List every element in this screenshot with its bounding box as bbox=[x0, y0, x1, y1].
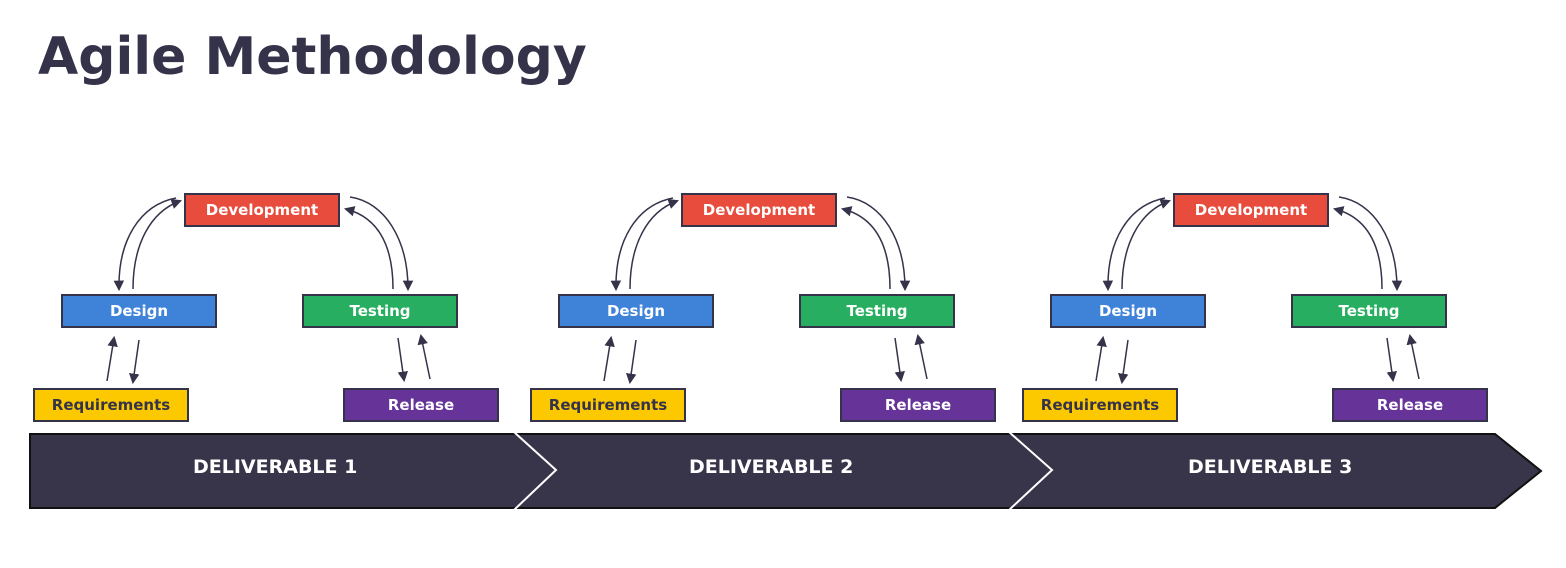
stage-testing[interactable]: Testing bbox=[799, 294, 955, 328]
arrow-development-to-design bbox=[113, 197, 177, 292]
stage-requirements[interactable]: Requirements bbox=[33, 388, 189, 422]
arrow-design-to-development bbox=[132, 198, 182, 290]
arrow-design-to-development bbox=[629, 198, 679, 290]
deliverable-label: DELIVERABLE 3 bbox=[1188, 456, 1353, 478]
deliverable-label: DELIVERABLE 2 bbox=[689, 456, 854, 478]
stage-design[interactable]: Design bbox=[1050, 294, 1206, 328]
stage-release[interactable]: Release bbox=[1332, 388, 1488, 422]
arrow-testing-to-release bbox=[397, 337, 409, 383]
arrow-release-to-testing bbox=[1406, 333, 1420, 380]
arrow-design-to-development bbox=[1121, 198, 1171, 290]
arrow-development-to-design bbox=[610, 197, 674, 292]
page-title: Agile Methodology bbox=[38, 27, 587, 87]
arrow-design-to-requirements bbox=[1117, 339, 1129, 385]
arrow-release-to-testing bbox=[914, 333, 928, 380]
stage-release[interactable]: Release bbox=[840, 388, 996, 422]
stage-development[interactable]: Development bbox=[681, 193, 837, 227]
stage-testing[interactable]: Testing bbox=[302, 294, 458, 328]
arrow-requirements-to-design bbox=[603, 335, 615, 382]
arrow-testing-to-development bbox=[840, 206, 891, 290]
arrow-development-to-testing bbox=[846, 196, 911, 292]
stage-testing[interactable]: Testing bbox=[1291, 294, 1447, 328]
stage-requirements[interactable]: Requirements bbox=[1022, 388, 1178, 422]
arrow-development-to-design bbox=[1102, 197, 1166, 292]
arrow-release-to-testing bbox=[417, 333, 431, 380]
arrow-testing-to-development bbox=[1332, 206, 1383, 290]
arrow-testing-to-release bbox=[1386, 337, 1398, 383]
stage-development[interactable]: Development bbox=[1173, 193, 1329, 227]
deliverable-divider-2 bbox=[1008, 431, 1054, 511]
stage-design[interactable]: Design bbox=[558, 294, 714, 328]
stage-development[interactable]: Development bbox=[184, 193, 340, 227]
arrow-requirements-to-design bbox=[1095, 335, 1107, 382]
arrow-design-to-requirements bbox=[128, 339, 140, 385]
arrow-testing-to-development bbox=[343, 206, 394, 290]
deliverable-label: DELIVERABLE 1 bbox=[193, 456, 358, 478]
stage-design[interactable]: Design bbox=[61, 294, 217, 328]
stage-requirements[interactable]: Requirements bbox=[530, 388, 686, 422]
arrow-requirements-to-design bbox=[106, 335, 118, 382]
stage-release[interactable]: Release bbox=[343, 388, 499, 422]
arrow-development-to-testing bbox=[349, 196, 414, 292]
arrow-testing-to-release bbox=[894, 337, 906, 383]
arrow-design-to-requirements bbox=[625, 339, 637, 385]
deliverable-divider-1 bbox=[513, 431, 558, 511]
arrow-development-to-testing bbox=[1338, 196, 1403, 292]
